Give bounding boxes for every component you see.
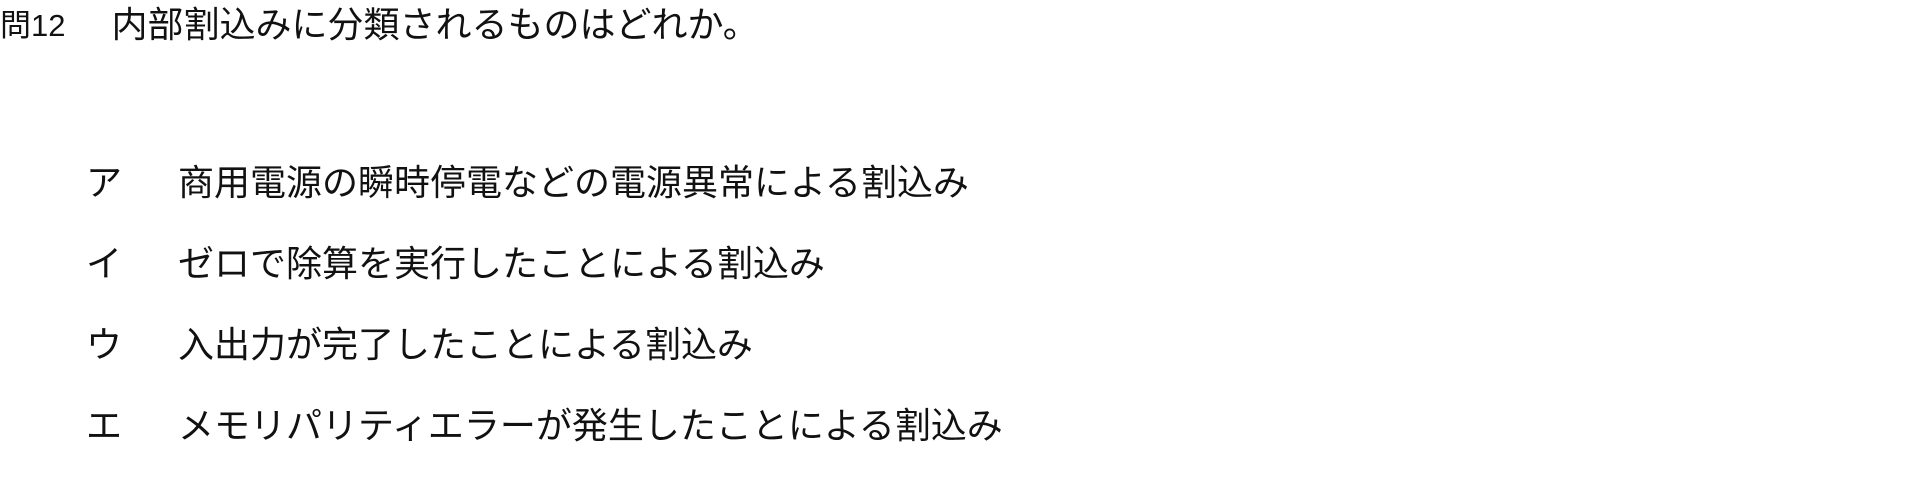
choice-text: ゼロで除算を実行したことによる割込み: [178, 244, 825, 285]
choice-a: ア 商用電源の瞬時停電などの電源異常による割込み: [86, 158, 1003, 204]
question-number: 問12: [0, 7, 66, 43]
choice-label: ア: [86, 163, 123, 204]
choice-text: 商用電源の瞬時停電などの電源異常による割込み: [178, 163, 969, 204]
choice-text: 入出力が完了したことによる割込み: [178, 325, 753, 366]
question-heading: 問12 内部割込みに分類されるものはどれか。: [0, 0, 759, 46]
choice-label: ウ: [86, 325, 123, 366]
choice-c: ウ 入出力が完了したことによる割込み: [86, 320, 1003, 366]
choice-label: イ: [86, 244, 123, 285]
page: { "question": { "number": "問12", "text":…: [0, 0, 1924, 484]
choice-d: エ メモリパリティエラーが発生したことによる割込み: [86, 401, 1003, 447]
choice-text: メモリパリティエラーが発生したことによる割込み: [178, 406, 1003, 447]
question-text: 内部割込みに分類されるものはどれか。: [111, 5, 759, 46]
choice-list: ア 商用電源の瞬時停電などの電源異常による割込み イ ゼロで除算を実行したことに…: [86, 158, 1003, 447]
choice-b: イ ゼロで除算を実行したことによる割込み: [86, 239, 1003, 285]
choice-label: エ: [86, 406, 123, 447]
